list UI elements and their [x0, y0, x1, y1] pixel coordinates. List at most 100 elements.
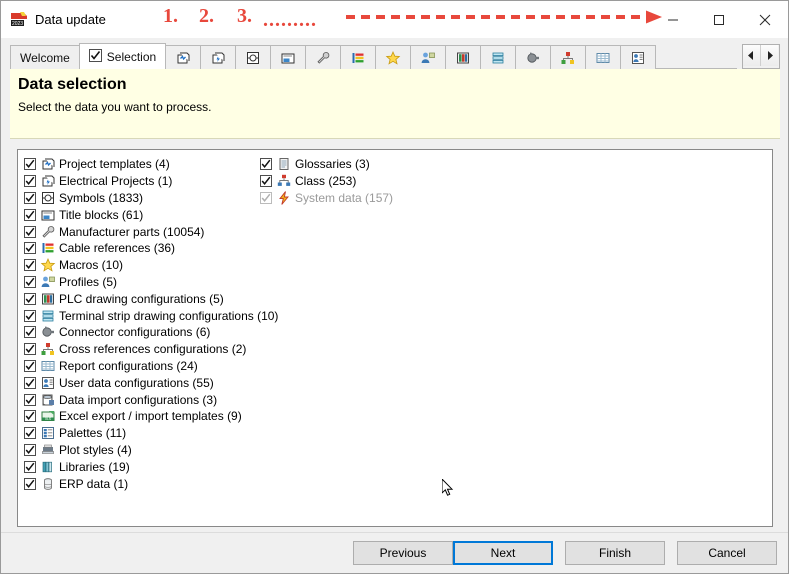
palettes-icon [40, 425, 56, 441]
close-icon[interactable] [742, 1, 788, 38]
tab-report-configurations[interactable] [585, 45, 622, 69]
tab-profiles[interactable] [410, 45, 447, 69]
tab-symbols[interactable] [235, 45, 272, 69]
tab-manufacturer-parts[interactable] [305, 45, 342, 69]
list-item[interactable]: PLC drawing configurations (5) [24, 290, 278, 307]
tab-terminal-strip[interactable] [480, 45, 517, 69]
list-item[interactable]: Macros (10) [24, 257, 278, 274]
list-item-label: Cable references (36) [59, 241, 176, 256]
list-item-label: Symbols (1833) [59, 190, 144, 205]
checkbox-checked-icon[interactable] [24, 443, 36, 456]
checkbox-checked-icon[interactable] [24, 427, 36, 440]
list-item-label: Class (253) [295, 174, 357, 189]
next-button[interactable]: Next [453, 541, 553, 565]
symbols-icon [40, 190, 56, 206]
list-item[interactable]: Electrical Projects (1) [24, 173, 278, 190]
list-item[interactable]: Data import configurations (3) [24, 391, 278, 408]
electrical-projects-icon [40, 173, 56, 189]
checkbox-checked-icon[interactable] [24, 376, 36, 389]
profiles-icon [40, 274, 56, 290]
checkbox-checked-icon[interactable] [24, 359, 36, 372]
tab-user-data-configurations[interactable] [620, 45, 657, 69]
checkbox-checked-icon[interactable] [24, 309, 36, 322]
scroll-tabs-left-icon[interactable] [743, 45, 761, 66]
checkbox-checked-icon[interactable] [24, 343, 36, 356]
electrical-projects-icon [210, 50, 226, 66]
checkbox-checked-icon[interactable] [24, 326, 36, 339]
tab-connector-configurations[interactable] [515, 45, 552, 69]
list-item[interactable]: ERP data (1) [24, 475, 278, 492]
user-data-icon [630, 50, 646, 66]
window-title: Data update [35, 12, 106, 27]
list-item[interactable]: System data (157) [260, 190, 393, 207]
title-blocks-icon [40, 207, 56, 223]
cross-references-icon [560, 50, 576, 66]
checkbox-checked-icon[interactable] [24, 393, 36, 406]
checkbox-checked-icon[interactable] [24, 242, 36, 255]
list-item[interactable]: Plot styles (4) [24, 442, 278, 459]
tab-welcome[interactable]: Welcome [10, 45, 80, 69]
list-item-label: Electrical Projects (1) [59, 174, 173, 189]
tab-welcome-label: Welcome [20, 50, 70, 65]
window-controls [650, 1, 788, 38]
checkbox-checked-icon[interactable] [24, 158, 36, 171]
list-item[interactable]: Connector configurations (6) [24, 324, 278, 341]
cable-references-icon [350, 50, 366, 66]
tab-project-templates[interactable] [165, 45, 202, 69]
tab-plc-drawing-configurations[interactable] [445, 45, 482, 69]
tab-cross-references[interactable] [550, 45, 587, 69]
checkbox-checked-icon[interactable] [24, 460, 36, 473]
previous-button[interactable]: Previous [353, 541, 453, 565]
list-item[interactable]: Report configurations (24) [24, 358, 278, 375]
checkbox-checked-icon[interactable] [260, 175, 272, 188]
tab-macros[interactable] [375, 45, 412, 69]
checkbox-checked-icon[interactable] [24, 175, 36, 188]
list-item[interactable]: XLS Excel export / import templates (9) [24, 408, 278, 425]
selection-column-left: Project templates (4) Electrical Projects… [24, 156, 278, 492]
list-item[interactable]: Manufacturer parts (10054) [24, 223, 278, 240]
tab-cable-references[interactable] [340, 45, 377, 69]
list-item[interactable]: Profiles (5) [24, 274, 278, 291]
plc-icon [455, 50, 471, 66]
list-item[interactable]: Cable references (36) [24, 240, 278, 257]
checkbox-checked-icon[interactable] [24, 477, 36, 490]
list-item[interactable]: Palettes (11) [24, 425, 278, 442]
finish-button[interactable]: Finish [565, 541, 665, 565]
checkbox-checked-icon[interactable] [260, 191, 272, 204]
cancel-button[interactable]: Cancel [677, 541, 777, 565]
tabs-row: Welcome Selection [10, 43, 657, 69]
list-item[interactable]: Cross references configurations (2) [24, 341, 278, 358]
report-grid-icon [595, 50, 611, 66]
list-item[interactable]: Title blocks (61) [24, 206, 278, 223]
checkbox-checked-icon[interactable] [24, 208, 36, 221]
checkbox-checked-icon[interactable] [24, 225, 36, 238]
list-item-label: User data configurations (55) [59, 375, 214, 390]
checkbox-checked-icon[interactable] [24, 275, 36, 288]
list-item[interactable]: Libraries (19) [24, 458, 278, 475]
list-item[interactable]: Terminal strip drawing configurations (1… [24, 307, 278, 324]
list-item[interactable]: Class (253) [260, 173, 393, 190]
list-item[interactable]: Symbols (1833) [24, 190, 278, 207]
tab-selection-label: Selection [106, 49, 157, 64]
page-title: Data selection [18, 76, 127, 93]
tab-electrical-projects[interactable] [200, 45, 237, 69]
data-import-icon [40, 392, 56, 408]
list-item-label: PLC drawing configurations (5) [59, 291, 224, 306]
list-item[interactable]: User data configurations (55) [24, 374, 278, 391]
wrench-icon [315, 50, 331, 66]
scroll-tabs-right-icon[interactable] [761, 45, 778, 66]
tab-title-blocks[interactable] [270, 45, 307, 69]
tab-selection[interactable]: Selection [78, 43, 167, 69]
list-item[interactable]: Glossaries (3) [260, 156, 393, 173]
data-update-icon: 2023 [10, 10, 29, 29]
checkbox-checked-icon[interactable] [24, 259, 36, 272]
list-item[interactable]: Project templates (4) [24, 156, 278, 173]
checkbox-checked-icon[interactable] [24, 410, 36, 423]
maximize-icon[interactable] [696, 1, 742, 38]
checkbox-checked-icon[interactable] [24, 191, 36, 204]
checkbox-checked-icon[interactable] [260, 158, 272, 171]
page-subtitle: Select the data you want to process. [18, 100, 212, 114]
user-data-icon [40, 375, 56, 391]
project-templates-icon [40, 156, 56, 172]
checkbox-checked-icon[interactable] [24, 292, 36, 305]
